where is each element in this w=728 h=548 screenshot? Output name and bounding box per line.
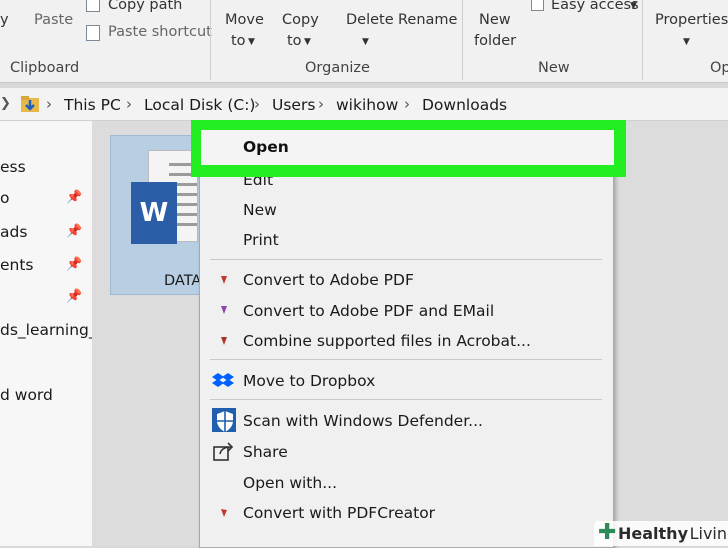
word-logo-icon: W xyxy=(131,182,177,244)
ribbon-divider xyxy=(642,0,643,80)
properties-button[interactable]: Properties xyxy=(655,12,728,28)
nav-item-folder-word[interactable]: d word xyxy=(0,386,53,404)
easy-access-icon xyxy=(531,0,544,11)
move-to-button[interactable]: Move xyxy=(225,12,264,28)
menu-item-open-label: Open xyxy=(243,138,289,156)
copy-path-icon xyxy=(86,0,100,12)
chevron-down-icon: ▼ xyxy=(683,37,690,47)
menu-item-combine-acrobat[interactable]: Combine supported files in Acrobat... xyxy=(243,332,531,350)
new-folder-button[interactable]: New xyxy=(479,12,511,28)
watermark-brand-bold: Healthy xyxy=(618,524,688,543)
nav-item-documents[interactable]: ents xyxy=(0,256,34,274)
pin-icon: 📌 xyxy=(66,224,83,239)
paste-button[interactable]: Paste xyxy=(34,12,73,28)
breadcrumb-local-disk[interactable]: Local Disk (C:) xyxy=(144,96,255,114)
pdfcreator-icon xyxy=(221,509,227,517)
acrobat-combine-icon xyxy=(221,337,227,345)
menu-separator xyxy=(210,359,602,360)
copy-path-button[interactable]: Copy path xyxy=(108,0,182,13)
nav-item-folder[interactable]: ds_learning_p xyxy=(0,321,107,339)
copy-button-label[interactable]: y xyxy=(0,12,9,28)
breadcrumb-downloads[interactable]: Downloads xyxy=(422,96,507,114)
nav-item-desktop[interactable]: o xyxy=(0,189,9,207)
windows-defender-icon xyxy=(212,408,236,432)
delete-button[interactable]: Delete xyxy=(346,12,394,28)
chevron-right-icon: › xyxy=(318,95,324,113)
menu-item-open-with[interactable]: Open with... xyxy=(243,474,337,492)
pin-icon: 📌 xyxy=(66,190,83,205)
downloads-folder-icon xyxy=(21,96,39,112)
organize-group-label: Organize xyxy=(305,60,370,76)
rename-button[interactable]: Rename xyxy=(398,12,457,28)
menu-item-share[interactable]: Share xyxy=(243,443,288,461)
paste-shortcut-icon xyxy=(86,25,100,41)
watermark-brand: Healthy Living xyxy=(618,524,728,543)
chevron-right-icon: › xyxy=(46,95,52,113)
menu-item-convert-adobe-pdf[interactable]: Convert to Adobe PDF xyxy=(243,271,414,289)
pin-icon: 📌 xyxy=(66,289,83,304)
chevron-down-icon: ▼ xyxy=(630,1,637,11)
chevron-right-icon: ❯ xyxy=(0,96,11,111)
menu-item-print[interactable]: Print xyxy=(243,231,279,249)
copy-to-button[interactable]: Copy xyxy=(282,12,319,28)
clipboard-group-label: Clipboard xyxy=(10,60,80,76)
pin-icon: 📌 xyxy=(66,257,83,272)
menu-item-new[interactable]: New xyxy=(243,201,277,219)
paste-shortcut-button[interactable]: Paste shortcut xyxy=(108,24,212,40)
adobe-pdf-email-icon xyxy=(221,306,227,314)
menu-separator xyxy=(210,259,602,260)
dropbox-icon xyxy=(212,373,234,387)
ribbon-divider xyxy=(210,0,211,80)
copy-to-button-line2[interactable]: to xyxy=(287,33,302,49)
address-bar[interactable]: ❯ › This PC › Local Disk (C:) › Users › … xyxy=(0,88,728,121)
ribbon: y Paste Copy path Paste shortcut Clipboa… xyxy=(0,0,728,83)
menu-item-convert-pdfcreator[interactable]: Convert with PDFCreator xyxy=(243,504,435,522)
chevron-right-icon: › xyxy=(254,95,260,113)
adobe-pdf-icon xyxy=(221,276,227,284)
menu-item-convert-adobe-pdf-email[interactable]: Convert to Adobe PDF and EMail xyxy=(243,302,494,320)
chevron-down-icon: ▼ xyxy=(304,37,311,47)
share-icon xyxy=(213,442,234,461)
breadcrumb-this-pc[interactable]: This PC xyxy=(64,96,121,114)
ribbon-divider xyxy=(462,0,463,80)
menu-separator xyxy=(210,399,602,400)
new-folder-button-line2[interactable]: folder xyxy=(474,33,516,49)
move-to-button-line2[interactable]: to xyxy=(231,33,246,49)
nav-item-quick-access[interactable]: ess xyxy=(0,158,26,176)
breadcrumb-users[interactable]: Users xyxy=(272,96,315,114)
menu-item-move-to-dropbox[interactable]: Move to Dropbox xyxy=(243,372,375,390)
open-group-label: Op xyxy=(710,60,728,76)
new-group-label: New xyxy=(538,60,570,76)
chevron-right-icon: › xyxy=(404,95,410,113)
watermark-brand-light: Living xyxy=(689,524,728,543)
menu-item-scan-defender[interactable]: Scan with Windows Defender... xyxy=(243,412,483,430)
chevron-down-icon: ▼ xyxy=(248,37,255,47)
file-name-label: DATA xyxy=(164,273,202,289)
plus-logo-icon: ✚ xyxy=(598,520,617,545)
easy-access-button[interactable]: Easy access xyxy=(551,0,639,13)
chevron-down-icon: ▼ xyxy=(362,37,369,47)
nav-item-downloads[interactable]: ads xyxy=(0,223,27,241)
breadcrumb-wikihow[interactable]: wikihow xyxy=(336,96,398,114)
chevron-right-icon: › xyxy=(126,95,132,113)
